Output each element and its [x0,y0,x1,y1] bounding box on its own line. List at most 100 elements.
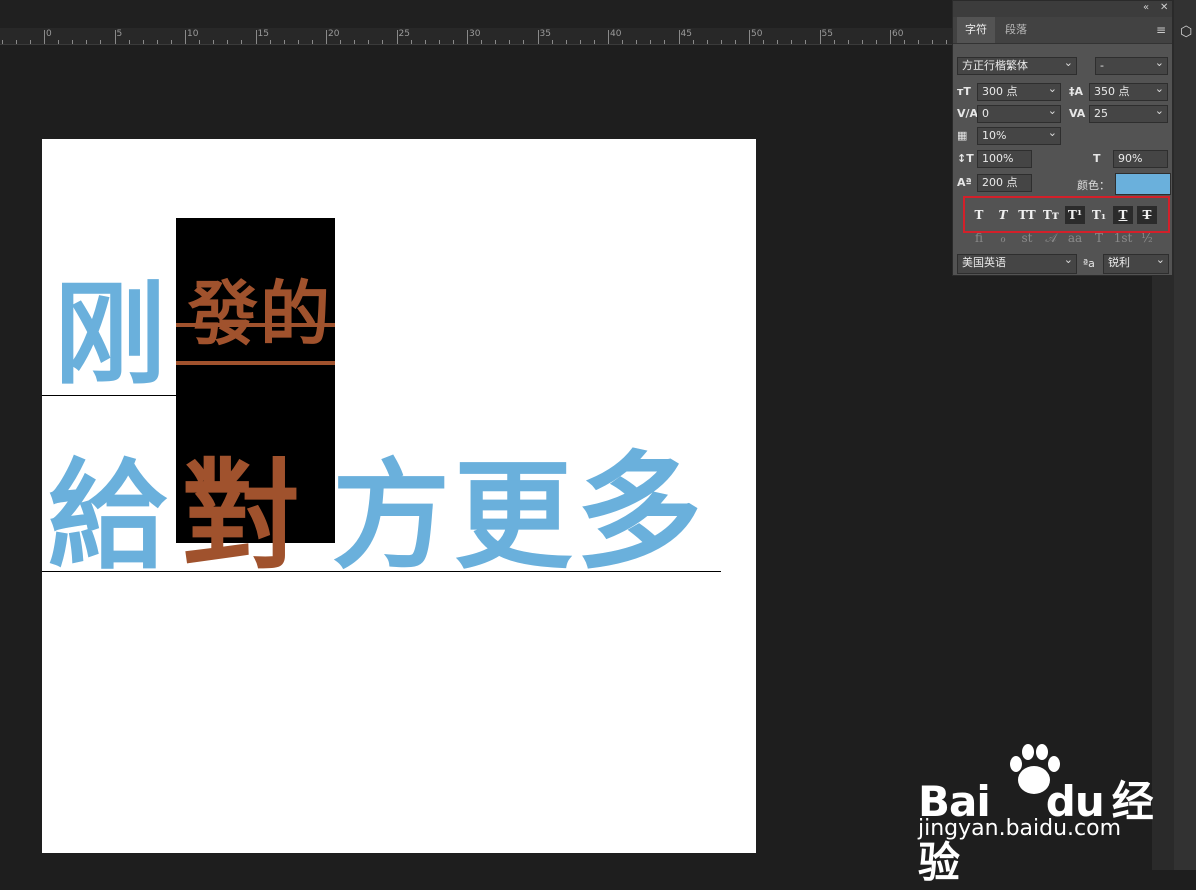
ruler-tick [467,30,468,44]
font-family-select[interactable]: 方正行楷繁体 [957,55,1077,75]
ruler-tick [932,40,934,44]
ruler-tick [15,40,17,44]
underline-button[interactable]: T [1113,206,1133,224]
ruler-tick [523,40,525,44]
tsume-field[interactable]: 10% [977,125,1061,145]
leading-field[interactable]: 350 点 [1089,81,1168,101]
panel-header: « ✕ [953,1,1172,17]
ruler-label: 0 [46,29,52,39]
ruler-tick [749,30,750,44]
ruler-tick [156,40,158,44]
style-buttons-highlight: T T TT Tт T¹ T₁ T T [963,196,1170,233]
ruler-tick [622,40,624,44]
leading-icon: ‡A [1069,85,1084,98]
superscript-button[interactable]: T¹ [1065,206,1085,224]
ruler-tick [777,40,779,44]
all-caps-button[interactable]: TT [1017,206,1037,224]
tracking-field[interactable]: 25 [1089,103,1168,123]
ruler-tick [185,30,186,44]
ruler-tick [29,40,31,44]
ruler-label: 35 [539,29,551,39]
baseline-1 [42,395,176,396]
strikethrough-button[interactable]: T [1137,206,1157,224]
ruler-tick [608,30,609,44]
tab-paragraph[interactable]: 段落 [997,17,1035,43]
ruler-tick [946,40,948,44]
swash-button[interactable]: 𝒜 [1041,231,1061,246]
ruler-label: 40 [610,29,622,39]
ruler-tick [86,40,88,44]
horizontal-scale-field[interactable]: 90% [1113,150,1168,168]
kerning-field[interactable]: 0 [977,103,1061,123]
ruler-tick [847,40,849,44]
ruler-tick [326,30,327,44]
ruler-tick [805,40,807,44]
alternates-button[interactable]: aa [1065,231,1085,245]
ruler-tick [241,40,243,44]
ruler-tick [904,40,906,44]
titling-button[interactable]: T [1089,231,1109,245]
ruler-tick [227,40,229,44]
ruler-label: 25 [398,29,410,39]
tsume-icon: ▦ [957,129,968,142]
language-select[interactable]: 美国英语 [957,252,1077,274]
ruler-tick [537,30,539,44]
ruler-tick [396,30,398,44]
strikethrough-line [176,323,335,327]
ruler-tick [791,40,793,44]
horizontal-ruler: 0 5 10 15 20 25 30 35 40 45 50 55 60 [0,28,952,45]
panel-menu-icon[interactable]: ≡ [1156,23,1166,37]
panel-tabs: 字符 段落 ≡ [953,17,1172,44]
font-size-field[interactable]: 300 点 [977,81,1061,101]
ruler-tick [636,40,638,44]
ruler-tick [354,40,356,44]
ruler-tick [269,40,271,44]
collapse-icon[interactable]: « [1143,2,1149,13]
ruler-tick [495,40,497,44]
tab-character[interactable]: 字符 [957,17,995,43]
ruler-tick [650,40,652,44]
character-panel: « ✕ 字符 段落 ≡ 方正行楷繁体 - ᴛT 300 点 ‡A 350 点 V… [952,0,1173,276]
ruler-tick [819,30,821,44]
ruler-label: 60 [892,29,904,39]
ruler-tick [128,40,130,44]
antialias-icon: ªa [1083,257,1095,270]
ruler-tick [692,40,694,44]
ruler-tick [565,40,567,44]
discretionary-ligature-button[interactable]: ℴ [993,231,1013,245]
horizontal-scale-icon: T [1093,152,1101,165]
ruler-tick [593,40,595,44]
font-style-select[interactable]: - [1095,55,1168,75]
close-icon[interactable]: ✕ [1160,2,1168,13]
fractions-button[interactable]: ½ [1137,231,1157,245]
faux-bold-button[interactable]: T [969,206,989,224]
ruler-tick [297,40,299,44]
stylistic-button[interactable]: st [1017,231,1037,245]
ruler-tick [734,40,736,44]
small-caps-button[interactable]: Tт [1041,206,1061,224]
vertical-scale-field[interactable]: 100% [977,150,1032,168]
antialias-select[interactable]: 锐利 [1103,252,1169,274]
ruler-tick [368,40,370,44]
top-bar [0,0,952,28]
ruler-tick [410,40,412,44]
glyph-de: 的 [260,272,330,355]
baseline-shift-field[interactable]: 200 点 [977,174,1032,192]
color-label: 颜色： [1077,179,1110,192]
subscript-button[interactable]: T₁ [1089,206,1109,224]
ruler-tick [706,40,708,44]
underline-line [176,361,335,365]
document-canvas[interactable]: 刚 發 的 給 對 方 更 多 [42,139,756,853]
3d-cube-icon[interactable]: ⬡ [1180,24,1194,40]
ruler-tick [875,40,877,44]
ruler-tick [199,40,201,44]
ligature-button[interactable]: fi [969,231,989,245]
baseline-2 [42,571,721,572]
ruler-tick [579,40,581,44]
faux-italic-button[interactable]: T [993,206,1013,224]
glyph-fa: 發 [188,272,258,355]
ordinals-button[interactable]: 1st [1113,231,1133,245]
baidu-watermark: Bai du 经验 jingyan.baidu.com [918,738,1178,887]
color-swatch[interactable] [1115,173,1171,195]
baseline-shift-icon: Aª [957,176,972,189]
